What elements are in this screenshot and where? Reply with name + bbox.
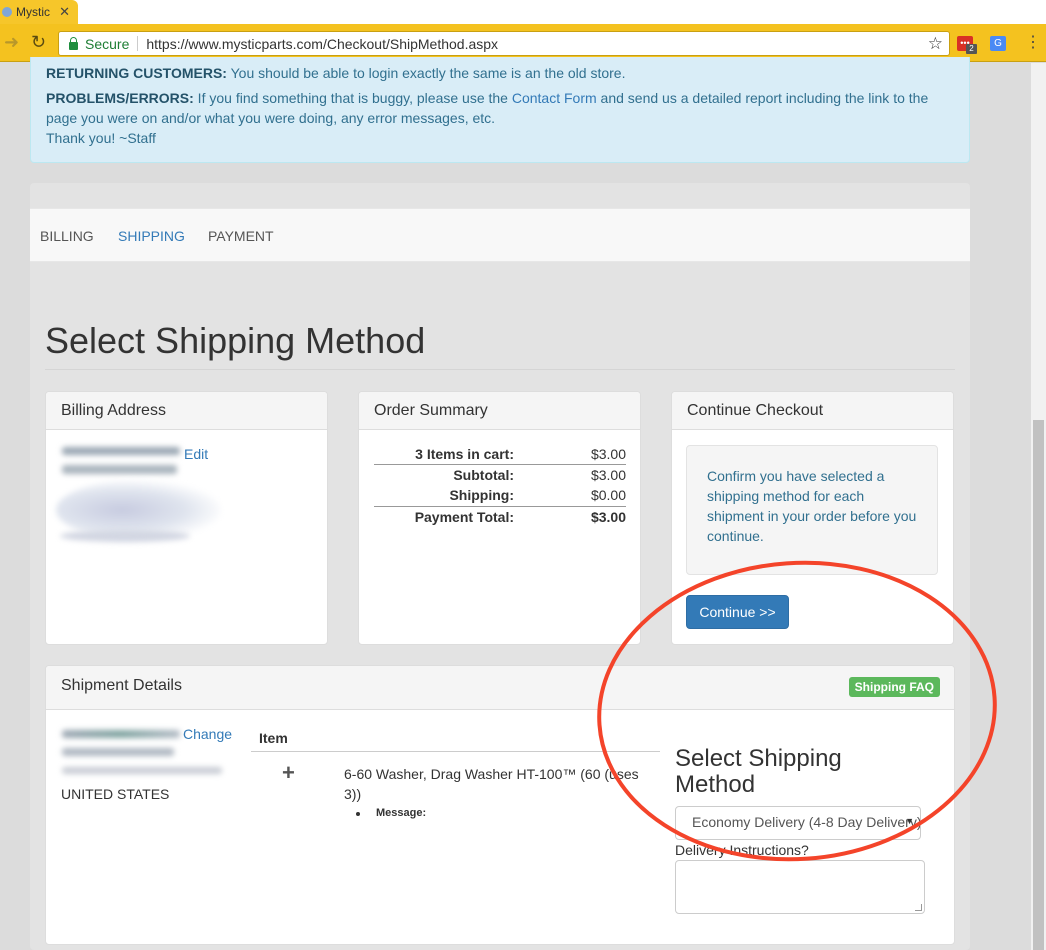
order-summary-panel: Order Summary 3 Items in cart: $3.00 Subt… <box>358 391 641 645</box>
notice-problems: PROBLEMS/ERRORS: If you find something t… <box>46 90 929 126</box>
chevron-down-icon: ▼ <box>905 816 914 826</box>
edit-billing-link[interactable]: Edit <box>184 446 208 462</box>
checkout-steps: BILLING SHIPPING PAYMENT <box>30 208 970 262</box>
order-summary-heading: Order Summary <box>359 392 640 430</box>
change-address-link[interactable]: Change <box>183 726 232 742</box>
translate-extension-icon[interactable]: G <box>990 36 1006 51</box>
favicon-icon <box>2 7 12 17</box>
redacted-city <box>60 530 190 542</box>
bookmark-star-icon[interactable]: ☆ <box>928 34 943 54</box>
close-tab-icon[interactable]: ✕ <box>59 4 70 20</box>
shipping-method-select[interactable]: Economy Delivery (4-8 Day Delivery) ▼ <box>675 806 921 840</box>
site-notice: RETURNING CUSTOMERS: You should be able … <box>30 57 970 163</box>
delivery-instructions-label: Delivery Instructions? <box>675 842 809 858</box>
expand-item-icon[interactable]: + <box>282 760 295 786</box>
item-header-divider <box>251 751 660 752</box>
shipment-details-panel: Shipment Details Shipping FAQ Change UNI… <box>45 665 955 945</box>
redacted-name <box>62 447 180 455</box>
billing-address-panel: Billing Address Edit <box>45 391 328 645</box>
notice-thanks: Thank you! ~Staff <box>46 130 156 146</box>
redacted-street <box>62 465 177 474</box>
redacted-ship-street <box>62 748 174 756</box>
shipment-heading: Shipment Details <box>46 666 954 710</box>
page-title: Select Shipping Method <box>45 320 426 361</box>
continue-button[interactable]: Continue >> <box>686 595 789 629</box>
continue-checkout-panel: Continue Checkout Confirm you have selec… <box>671 391 954 645</box>
lock-icon <box>69 36 78 50</box>
continue-heading: Continue Checkout <box>672 392 953 430</box>
item-message-label: Message: <box>355 807 427 819</box>
summary-row-items: 3 Items in cart: $3.00 <box>374 444 626 465</box>
extension-badge: 2 <box>966 44 977 54</box>
order-summary-table: 3 Items in cart: $3.00 Subtotal: $3.00 Shi… <box>374 444 626 526</box>
redacted-ship-city <box>62 767 222 774</box>
contact-form-link[interactable]: Contact Form <box>512 90 597 106</box>
step-billing[interactable]: BILLING <box>40 228 94 244</box>
address-divider <box>137 36 139 51</box>
summary-row-subtotal: Subtotal: $3.00 <box>453 466 626 483</box>
scrollbar-thumb[interactable] <box>1033 420 1044 950</box>
summary-row-shipping: Shipping: $0.00 <box>449 487 626 503</box>
billing-heading: Billing Address <box>46 392 327 430</box>
notice-returning: RETURNING CUSTOMERS: You should be able … <box>46 65 626 81</box>
browser-menu-icon[interactable]: ⋮ <box>1025 35 1041 51</box>
extension-icon[interactable]: ••• 2 <box>957 36 977 54</box>
shipping-method-value: Economy Delivery (4-8 Day Delivery) <box>692 814 921 830</box>
address-bar[interactable]: Secure https://www.mysticparts.com/Check… <box>58 31 950 56</box>
url-text[interactable]: https://www.mysticparts.com/Checkout/Shi… <box>146 36 498 52</box>
browser-tabstrip: Mystic ✕ <box>0 0 1046 24</box>
forward-icon[interactable]: ➜ <box>4 32 19 52</box>
step-shipping[interactable]: SHIPPING <box>118 228 185 244</box>
step-payment[interactable]: PAYMENT <box>208 228 274 244</box>
shipping-faq-button[interactable]: Shipping FAQ <box>848 677 940 697</box>
tab-title: Mystic <box>16 5 50 19</box>
delivery-instructions-field[interactable] <box>675 860 925 914</box>
ship-country: UNITED STATES <box>61 786 170 802</box>
title-divider <box>45 369 955 370</box>
confirm-note: Confirm you have selected a shipping met… <box>686 445 938 575</box>
item-description: 6-60 Washer, Drag Washer HT-100™ (60 (us… <box>344 766 639 802</box>
browser-tab[interactable]: Mystic ✕ <box>0 0 78 24</box>
secure-label: Secure <box>85 35 130 52</box>
redacted-ship-name <box>62 730 180 738</box>
select-shipping-title: Select Shipping Method <box>675 745 842 798</box>
summary-row-total: Payment Total: $3.00 <box>374 505 626 527</box>
item-column-header: Item <box>259 730 288 746</box>
reload-icon[interactable]: ↻ <box>31 32 46 52</box>
